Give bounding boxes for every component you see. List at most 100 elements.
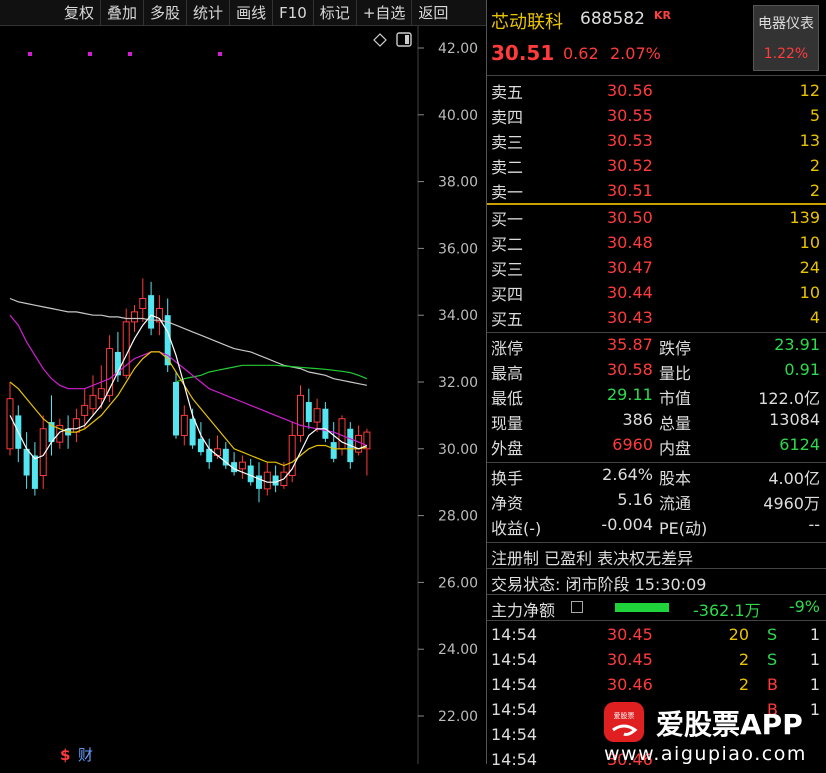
candle-body[interactable]	[72, 418, 80, 433]
candle-body[interactable]	[330, 442, 337, 459]
dollar-mark[interactable]: $	[60, 746, 70, 764]
candle-body[interactable]	[313, 408, 321, 423]
low-label: 最低	[491, 389, 524, 408]
y-tick-label: 32.00	[438, 375, 478, 391]
candle-body[interactable]	[247, 465, 254, 483]
diamond-icon[interactable]	[373, 33, 387, 47]
marker-dot	[88, 52, 92, 56]
candle-body[interactable]	[322, 408, 329, 439]
draw-line-button[interactable]: 画线	[229, 0, 272, 25]
y-tick-label: 28.00	[438, 509, 478, 525]
registration-text: 注册制 已盈利 表决权无差异	[491, 549, 694, 568]
candle-body[interactable]	[355, 434, 363, 453]
chart-toolbar: 复权 叠加 多股 统计 画线 F10 标记 +自选 返回	[0, 0, 486, 26]
candle-body[interactable]	[31, 455, 38, 489]
candle-body[interactable]	[97, 388, 105, 400]
candle-body[interactable]	[197, 438, 204, 453]
candle-body[interactable]	[189, 418, 196, 446]
net-assets-value: 5.16	[617, 490, 653, 509]
float-label: 流通	[659, 494, 692, 513]
candle-body[interactable]	[89, 394, 97, 410]
stock-header: 芯动联科 688582 KR 电器仪表 1.22% 30.51 0.62 2.0…	[487, 0, 826, 76]
bid-volume: 10	[799, 233, 820, 252]
bid-price: 30.50	[607, 208, 653, 227]
tick-time: 14:54	[491, 725, 538, 744]
tick-side: B	[767, 675, 778, 694]
stat-row: 现量 386 总量 13084	[487, 410, 826, 435]
add-watchlist-button[interactable]: +自选	[355, 0, 412, 25]
pe-label: PE(动)	[659, 519, 708, 538]
statistics-button[interactable]: 统计	[186, 0, 229, 25]
multi-stock-button[interactable]: 多股	[143, 0, 186, 25]
marker-dots	[28, 52, 222, 56]
price-change: 0.62	[563, 44, 599, 63]
moving-average-line	[9, 314, 368, 447]
candle-body[interactable]	[180, 414, 188, 436]
last-price: 30.51	[491, 41, 555, 65]
tick-count: 1	[809, 650, 820, 669]
bid-label: 买一	[491, 209, 524, 229]
candle-body[interactable]	[23, 448, 30, 476]
trade-status-text: 交易状态: 闭市阶段 15:30:09	[491, 575, 707, 594]
candle-body[interactable]	[139, 298, 147, 310]
mark-button[interactable]: 标记	[312, 0, 356, 25]
candle-body[interactable]	[148, 295, 155, 329]
y-tick-label: 36.00	[438, 241, 478, 257]
tick-time: 14:54	[491, 625, 538, 644]
bid-row: 买五 30.43 4	[487, 305, 826, 330]
total-vol-label: 总量	[659, 414, 692, 433]
ask-volume: 13	[799, 131, 820, 150]
bid-price: 30.43	[607, 308, 653, 327]
eps-label: 收益(-)	[491, 519, 542, 538]
candle-body[interactable]	[297, 394, 304, 436]
candle-body[interactable]	[131, 311, 138, 323]
ask-volume: 5	[809, 106, 820, 125]
turnover-value: 2.64%	[602, 465, 653, 484]
ask-price: 30.56	[607, 81, 653, 100]
main-force-pct: -9%	[788, 597, 820, 616]
inner-value: 6124	[779, 435, 820, 454]
sector-box[interactable]: 电器仪表 1.22%	[753, 5, 819, 71]
quote-stats-2: 换手 2.64% 股本 4.00亿 净资 5.16 流通 4960万 收益(-)…	[487, 463, 826, 543]
back-button[interactable]: 返回	[411, 0, 454, 25]
main-force-bar	[615, 603, 669, 612]
restore-rights-button[interactable]: 复权	[58, 0, 100, 25]
kr-badge: KR	[654, 9, 671, 22]
candle-body[interactable]	[6, 398, 14, 450]
tick-time: 14:54	[491, 675, 538, 694]
tick-volume: 20	[728, 625, 749, 644]
window-icon-fill	[405, 35, 409, 44]
bid-volume: 139	[789, 208, 820, 227]
high-label: 最高	[491, 364, 524, 383]
y-tick-label: 40.00	[438, 108, 478, 124]
tick-volume: 2	[738, 675, 749, 694]
candle-body[interactable]	[272, 475, 279, 486]
bid-label: 买四	[491, 284, 524, 304]
brand-name: 爱股票APP	[656, 708, 803, 741]
overlay-button[interactable]: 叠加	[100, 0, 143, 25]
candle-body[interactable]	[222, 448, 229, 466]
candle-body[interactable]	[238, 461, 246, 470]
bid-volume: 10	[799, 283, 820, 302]
chart-corner-icons	[373, 32, 412, 47]
marker-dot	[28, 52, 32, 56]
market-cap-value: 122.0亿	[758, 389, 820, 408]
candle-body[interactable]	[173, 382, 179, 436]
stat-row: 最低 29.11 市值 122.0亿	[487, 385, 826, 410]
candle-body[interactable]	[263, 471, 271, 490]
net-assets-label: 净资	[491, 494, 524, 513]
brand-logo-icon	[604, 702, 644, 742]
candle-body[interactable]	[305, 402, 312, 423]
eps-value: -0.004	[601, 515, 653, 534]
list-icon[interactable]	[571, 601, 583, 613]
ask-label: 卖二	[491, 157, 524, 177]
candle-body[interactable]	[81, 404, 89, 416]
quote-stats-1: 涨停 35.87 跌停 23.91 最高 30.58 量比 0.91 最低 29…	[487, 333, 826, 463]
candle-body[interactable]	[338, 418, 346, 450]
finance-mark[interactable]: 财	[78, 746, 93, 764]
kline-chart[interactable]: 42.00 40.00 38.00 36.00 34.00 32.00 30.00 28.00…	[0, 26, 486, 764]
kline-svg[interactable]: 42.00 40.00 38.00 36.00 34.00 32.00 30.00 28.00…	[0, 26, 486, 764]
inner-label: 内盘	[659, 439, 692, 458]
f10-button[interactable]: F10	[272, 0, 313, 25]
y-tick-label: 22.00	[438, 709, 478, 725]
